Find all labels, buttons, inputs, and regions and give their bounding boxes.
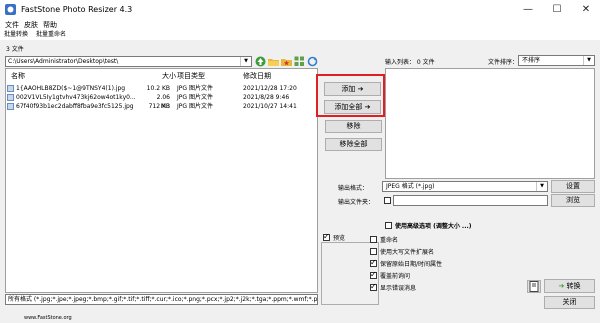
filter-value: 所有格式 (*.jpg;*.jpe;*.jpeg;*.bmp;*.gif;*.t… [8,296,318,303]
path-input[interactable]: C:\Users\Administrator\Desktop\test\ ▼ [5,56,252,67]
ask-overwrite-label[interactable]: 覆盖前询问 [380,271,410,280]
file-type: JPG 图片文件 [177,85,213,92]
file-type: JPG 图片文件 [177,94,213,101]
input-list-box[interactable] [385,68,595,179]
convert-button[interactable]: ➔ 转换 [544,279,595,293]
image-file-icon [7,103,14,110]
menu-skin[interactable]: 皮肤 [24,20,38,30]
chevron-down-icon: ▼ [583,56,594,65]
column-size[interactable]: 大小 [162,71,176,81]
keep-date-label[interactable]: 保留原始日期/时间属性 [380,259,442,268]
add-button-label: 添加 [341,85,356,93]
preview-label: 预览 [333,235,346,242]
settings-button[interactable]: 设置 [551,180,595,193]
file-row[interactable]: 002V1VL5Iy1gtvhv473kj62ow4ot1ky0... 2.06… [6,93,306,110]
app-icon [5,4,16,15]
column-type[interactable]: 项目类型 [177,71,205,81]
show-errors-label[interactable]: 显示错误消息 [380,283,416,292]
minimize-button[interactable]: — [514,1,542,18]
close-window-button[interactable]: ✕ [572,1,600,18]
maximize-button[interactable]: ☐ [543,1,571,18]
remove-all-button[interactable]: 移除全部 [325,138,382,151]
arrow-right-icon: ➔ [357,85,364,93]
advanced-options-checkbox[interactable] [385,222,392,229]
status-bar: www.FastStone.org [0,313,600,323]
ask-overwrite-checkbox[interactable] [370,270,377,280]
rename-checkbox[interactable] [370,236,377,243]
image-file-icon [7,94,14,101]
output-folder-label: 输出文件夹： [338,199,375,206]
file-name: 1{AAOHLB8ZD($~1@9TNSY4(1).jpg [16,85,126,92]
show-errors-checkbox[interactable] [370,282,377,292]
menu-file[interactable]: 文件 [5,20,19,30]
output-format-label: 输出格式： [338,185,369,192]
file-date: 2021/10/27 14:41 [243,103,297,110]
file-date: 2021/8/28 9:46 [243,94,290,101]
file-count: 3 文件 [6,46,24,53]
sort-label: 文件排序： [488,59,519,66]
output-folder-checkbox[interactable] [384,197,391,204]
keep-date-checkbox[interactable] [370,258,377,268]
arrow-right-icon: ➔ [364,103,371,111]
add-button[interactable]: 添加 ➔ [324,82,381,96]
convert-label: 转换 [566,282,581,290]
thumbnail-view-icon[interactable] [294,56,305,67]
file-size: 10.2 KB [146,85,170,92]
path-value: C:\Users\Administrator\Desktop\test\ [8,58,119,65]
close-button[interactable]: 关闭 [544,296,595,309]
output-folder-input[interactable] [393,195,548,206]
path-dropdown-arrow-icon[interactable]: ▼ [240,57,251,66]
favorites-folder-icon[interactable] [281,56,292,67]
up-folder-icon[interactable] [255,56,266,67]
page-icon [529,281,539,292]
file-row[interactable]: 67f40f93b1ec2dabff8fba9e3fc5125.jpg 712 … [6,102,306,111]
input-list-label: 输入列表： 0 文件 [385,59,435,66]
title-bar: FastStone Photo Resizer 4.3 — ☐ ✕ [0,0,600,20]
green-arrow-icon: ➔ [558,282,565,290]
file-type-filter[interactable]: 所有格式 (*.jpg;*.jpe;*.jpeg;*.bmp;*.gif;*.t… [5,294,318,305]
file-size: 712 KB [148,103,170,110]
column-name[interactable]: 名称 [11,71,25,81]
file-date: 2021/12/28 17:20 [243,85,297,92]
browse-button[interactable]: 浏览 [551,194,595,207]
tab-batch-rename[interactable]: 批量重命名 [34,30,68,40]
output-format-select[interactable]: JPEG 格式 (*.jpg) ▼ [382,181,548,192]
rename-label[interactable]: 重命名 [380,235,398,244]
sort-value: 不排序 [522,57,541,64]
advanced-options-label[interactable]: 使用高级选项 (调整大小 ...) [395,221,472,230]
file-name: 67f40f93b1ec2dabff8fba9e3fc5125.jpg [16,103,134,110]
website-link[interactable]: www.FastStone.org [24,315,72,321]
folder-icon[interactable] [268,56,279,67]
script-button[interactable] [527,280,541,293]
add-all-button[interactable]: 添加全部 ➔ [324,100,381,114]
uppercase-ext-label[interactable]: 使用大写文件扩展名 [380,247,434,256]
remove-button[interactable]: 移除 [325,120,382,133]
preview-checkbox[interactable] [323,232,330,242]
file-name: 002V1VL5Iy1gtvhv473kj62ow4ot1ky0... [16,94,136,101]
add-all-button-label: 添加全部 [334,103,363,111]
uppercase-ext-checkbox[interactable] [370,248,377,255]
column-date[interactable]: 修改日期 [243,71,271,81]
chevron-down-icon: ▼ [536,182,547,191]
refresh-icon[interactable] [307,56,318,67]
window-title: FastStone Photo Resizer 4.3 [21,5,133,14]
menu-help[interactable]: 帮助 [43,20,57,30]
file-type: JPG 图片文件 [177,103,213,110]
tab-strip: 批量转换 批量重命名 [0,30,600,42]
sort-select[interactable]: 不排序 ▼ [518,55,595,66]
output-format-value: JPEG 格式 (*.jpg) [386,183,435,190]
file-row[interactable]: 1{AAOHLB8ZD($~1@9TNSY4(1).jpg 10.2 KB JP… [6,84,306,93]
image-file-icon [7,85,14,92]
menu-bar: 文件 皮肤 帮助 [0,20,600,30]
file-list[interactable]: 名称 大小 项目类型 修改日期 1{AAOHLB8ZD($~1@9TNSY4(1… [5,68,318,293]
